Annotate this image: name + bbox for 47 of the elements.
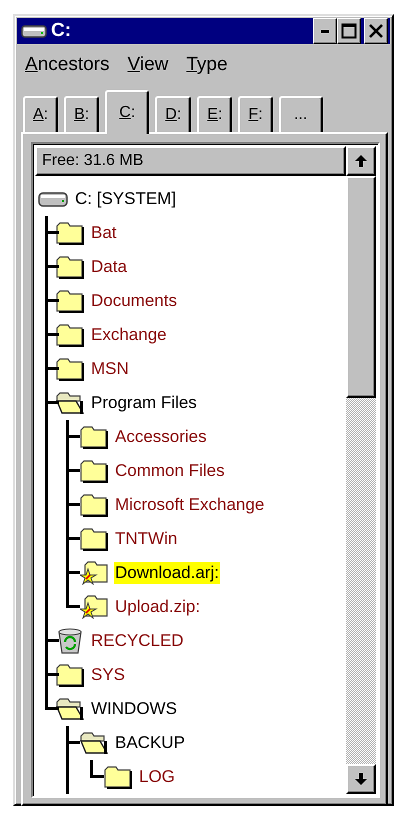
menu-item[interactable]: View — [128, 54, 168, 76]
free-space-header: Free: 31.6 MB — [35, 146, 346, 176]
drive-tab[interactable]: F: — [238, 96, 273, 132]
tree-item[interactable]: WINDOWS — [90, 698, 178, 720]
menu-item[interactable]: Type — [186, 54, 228, 76]
tree-item[interactable]: Microsoft Exchange — [114, 494, 266, 516]
scroll-thumb[interactable] — [346, 176, 376, 398]
tree-item[interactable]: Data — [90, 256, 128, 278]
minimize-icon — [321, 30, 329, 32]
tree-item[interactable]: TNTWin — [114, 528, 178, 550]
tree-item[interactable]: Upload.zip: — [114, 596, 202, 618]
drive-tab[interactable]: C: — [105, 90, 150, 134]
tree-item[interactable]: C: [SYSTEM] — [74, 188, 178, 210]
drive-tab[interactable]: B: — [64, 96, 100, 132]
drive-tab[interactable]: E: — [197, 96, 232, 132]
tree-item[interactable]: Documents — [90, 290, 178, 312]
close-button[interactable] — [364, 18, 388, 44]
star-folder-icon — [80, 561, 108, 585]
menu-item[interactable]: Ancestors — [25, 54, 110, 76]
drive-tab[interactable]: A: — [23, 96, 58, 132]
tree-item[interactable]: Accessories — [114, 426, 208, 448]
up-arrow-icon — [354, 154, 368, 168]
scroll-down-button[interactable] — [346, 764, 376, 794]
tree-item[interactable]: BACKUP — [114, 732, 186, 754]
maximize-button[interactable] — [337, 18, 361, 44]
tree-item[interactable]: RECYCLED — [90, 630, 185, 652]
tree-item[interactable]: Common Files — [114, 460, 226, 482]
scrollbar[interactable] — [346, 146, 376, 794]
drive-icon — [21, 24, 47, 38]
tree-item[interactable]: Exchange — [90, 324, 168, 346]
recycle-bin-icon — [56, 628, 84, 654]
maximize-icon — [341, 23, 357, 39]
drive-icon — [38, 190, 68, 208]
window-title: C: — [51, 20, 72, 42]
minimize-button[interactable] — [313, 18, 337, 44]
tree-item[interactable]: MSN — [90, 358, 130, 380]
down-arrow-icon — [354, 772, 368, 786]
tree-item[interactable]: Program Files — [90, 392, 198, 414]
scroll-up-button[interactable] — [346, 146, 376, 176]
tree-item[interactable]: SYS — [90, 664, 126, 686]
star-folder-icon — [80, 595, 108, 619]
drive-tab[interactable]: D: — [155, 96, 192, 132]
close-icon — [368, 23, 384, 39]
tree-item[interactable]: LOG — [138, 766, 176, 788]
tree-item[interactable]: Bat — [90, 222, 118, 244]
tree-item[interactable]: Download.arj: — [114, 562, 220, 584]
drive-tab[interactable]: ... — [278, 96, 323, 132]
